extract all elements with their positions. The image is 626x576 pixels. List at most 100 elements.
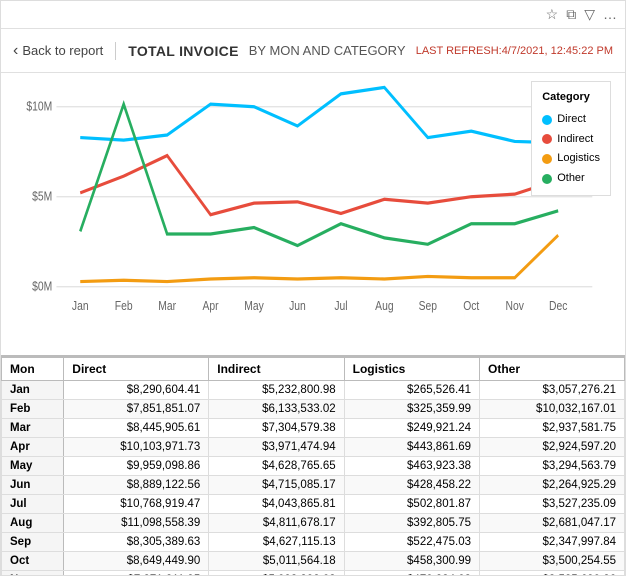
back-label: Back to report [22,43,103,58]
pin-icon[interactable]: ☆ [546,6,559,23]
col-header-mon: Mon [2,358,64,381]
logistics-color-dot [542,154,552,164]
cell-2-3: $249,921.24 [344,419,479,438]
cell-4-4: $3,294,563.79 [479,457,624,476]
col-header-logistics: Logistics [344,358,479,381]
legend-label-direct: Direct [557,110,586,130]
legend-label-indirect: Indirect [557,130,593,150]
table-header-row: Mon Direct Indirect Logistics Other [2,358,625,381]
svg-text:Aug: Aug [375,299,393,313]
table-row: Jul$10,768,919.47$4,043,865.81$502,801.8… [2,495,625,514]
cell-5-4: $2,264,925.29 [479,476,624,495]
svg-text:Jul: Jul [334,299,347,313]
cell-7-4: $2,681,047.17 [479,514,624,533]
data-table: Mon Direct Indirect Logistics Other Jan$… [1,357,625,575]
cell-6-0: Jul [2,495,64,514]
cell-6-3: $502,801.87 [344,495,479,514]
legend-item-direct: Direct [542,110,600,130]
cell-5-1: $8,889,122.56 [64,476,209,495]
cell-10-0: Nov [2,571,64,576]
cell-1-4: $10,032,167.01 [479,400,624,419]
svg-text:Dec: Dec [549,299,568,313]
cell-9-3: $458,300.99 [344,552,479,571]
svg-text:$5M: $5M [32,190,52,204]
legend-item-logistics: Logistics [542,149,600,169]
legend-item-indirect: Indirect [542,130,600,150]
table-row: May$9,959,098.86$4,628,765.65$463,923.38… [2,457,625,476]
svg-text:Jun: Jun [289,299,306,313]
cell-7-3: $392,805.75 [344,514,479,533]
cell-1-2: $6,133,533.02 [209,400,344,419]
cell-4-2: $4,628,765.65 [209,457,344,476]
svg-text:Jan: Jan [72,299,89,313]
cell-10-3: $470,234.03 [344,571,479,576]
refresh-timestamp: LAST REFRESH:4/7/2021, 12:45:22 PM [416,45,613,57]
table-row: Oct$8,649,449.90$5,011,564.18$458,300.99… [2,552,625,571]
cell-2-0: Mar [2,419,64,438]
more-icon[interactable]: … [603,6,617,23]
page-title: TOTAL INVOICE [128,43,238,59]
cell-8-3: $522,475.03 [344,533,479,552]
cell-10-2: $5,093,892.03 [209,571,344,576]
svg-text:Apr: Apr [203,299,219,313]
cell-0-3: $265,526.41 [344,381,479,400]
main-container: ☆ ⧉ ▽ … ‹ Back to report TOTAL INVOICE B… [0,0,626,576]
svg-text:May: May [244,299,264,313]
cell-10-1: $7,871,811.95 [64,571,209,576]
cell-9-2: $5,011,564.18 [209,552,344,571]
cell-7-1: $11,098,558.39 [64,514,209,533]
cell-0-4: $3,057,276.21 [479,381,624,400]
cell-5-2: $4,715,085.17 [209,476,344,495]
table-row: Sep$8,305,389.63$4,627,115.13$522,475.03… [2,533,625,552]
cell-9-4: $3,500,254.55 [479,552,624,571]
filter-icon[interactable]: ▽ [584,6,595,23]
legend-label-logistics: Logistics [557,149,600,169]
legend-label-other: Other [557,169,585,189]
back-button[interactable]: ‹ Back to report [13,42,116,60]
table-row: Jan$8,290,604.41$5,232,800.98$265,526.41… [2,381,625,400]
svg-text:Oct: Oct [463,299,480,313]
cell-7-0: Aug [2,514,64,533]
cell-5-0: Jun [2,476,64,495]
indirect-color-dot [542,134,552,144]
other-color-dot [542,174,552,184]
cell-0-1: $8,290,604.41 [64,381,209,400]
legend-title: Category [542,88,600,108]
svg-text:$10M: $10M [26,100,52,114]
cell-3-4: $2,924,597.20 [479,438,624,457]
cell-2-2: $7,304,579.38 [209,419,344,438]
cell-2-4: $2,937,581.75 [479,419,624,438]
page-subtitle: BY MON AND CATEGORY [249,43,406,58]
legend-item-other: Other [542,169,600,189]
direct-line [80,87,558,142]
topbar-icons: ☆ ⧉ ▽ … [546,6,617,23]
data-table-wrapper[interactable]: Mon Direct Indirect Logistics Other Jan$… [1,355,625,575]
topbar: ☆ ⧉ ▽ … [1,1,625,29]
cell-0-2: $5,232,800.98 [209,381,344,400]
cell-4-0: May [2,457,64,476]
cell-3-1: $10,103,971.73 [64,438,209,457]
header: ‹ Back to report TOTAL INVOICE BY MON AN… [1,29,625,73]
cell-6-1: $10,768,919.47 [64,495,209,514]
cell-6-4: $3,527,235.09 [479,495,624,514]
cell-1-3: $325,359.99 [344,400,479,419]
svg-text:Sep: Sep [419,299,437,313]
chart-area: Category Direct Indirect Logistics Other [1,73,625,355]
cell-9-0: Oct [2,552,64,571]
table-row: Aug$11,098,558.39$4,811,678.17$392,805.7… [2,514,625,533]
svg-text:$0M: $0M [32,280,52,294]
cell-2-1: $8,445,905.61 [64,419,209,438]
cell-1-1: $7,851,851.07 [64,400,209,419]
cell-10-4: $3,525,690.26 [479,571,624,576]
table-row: Feb$7,851,851.07$6,133,533.02$325,359.99… [2,400,625,419]
cell-8-2: $4,627,115.13 [209,533,344,552]
cell-8-0: Sep [2,533,64,552]
cell-1-0: Feb [2,400,64,419]
cell-5-3: $428,458.22 [344,476,479,495]
cell-9-1: $8,649,449.90 [64,552,209,571]
cell-4-3: $463,923.38 [344,457,479,476]
cell-7-2: $4,811,678.17 [209,514,344,533]
cell-6-2: $4,043,865.81 [209,495,344,514]
back-arrow-icon: ‹ [13,42,18,60]
copy-icon[interactable]: ⧉ [566,6,576,23]
